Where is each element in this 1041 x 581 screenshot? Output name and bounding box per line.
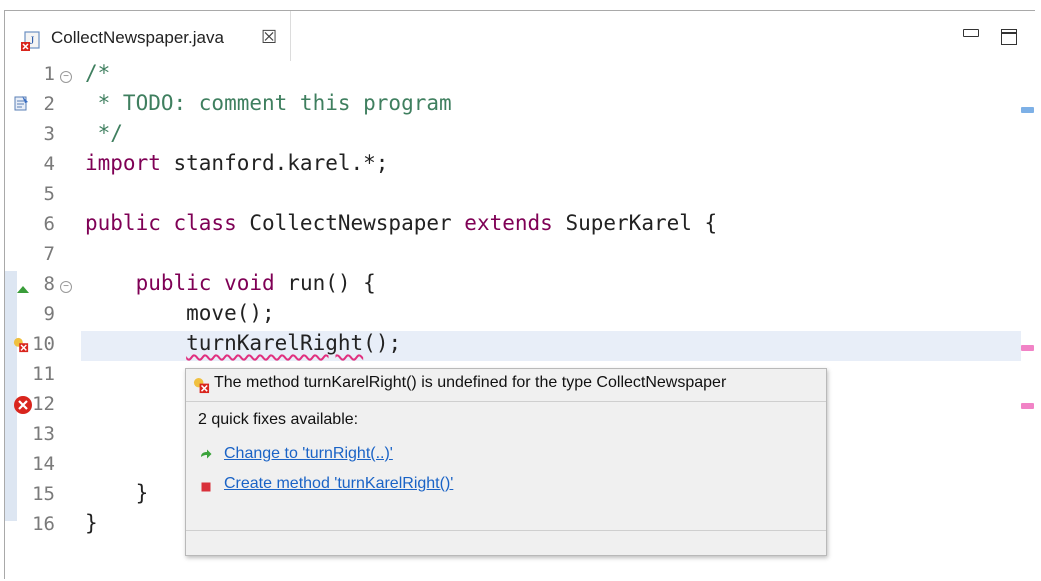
line-number: 16 (32, 513, 55, 535)
keyword: import (85, 151, 161, 175)
overview-error-marker[interactable] (1021, 403, 1034, 409)
line-number: 4 (43, 153, 55, 175)
code-line-9[interactable]: move(); (85, 301, 275, 325)
error-icon[interactable] (13, 395, 33, 415)
code-line-15[interactable]: } (85, 481, 149, 505)
popup-footer (186, 530, 826, 555)
override-arrow-icon (17, 286, 29, 293)
code-text: run() { (274, 271, 376, 295)
line-number: 7 (43, 243, 55, 265)
tab-bar: J CollectNewspaper.java ☒ (5, 11, 1035, 61)
overview-task-marker[interactable] (1021, 107, 1034, 113)
code-text: SuperKarel { (552, 211, 718, 235)
error-token[interactable]: turnKarelRight (186, 331, 363, 355)
maximize-icon[interactable] (1001, 29, 1017, 45)
line-number: 13 (32, 423, 55, 445)
keyword: extends (464, 211, 553, 235)
java-file-error-icon: J (21, 31, 40, 51)
create-method-icon (201, 482, 211, 492)
fix-create-method[interactable]: Create method 'turnKarelRight()' (224, 475, 453, 493)
code-text: stanford.karel.*; (160, 151, 389, 175)
line-number: 9 (43, 303, 55, 325)
fold-toggle-icon[interactable]: − (60, 281, 72, 293)
error-message: The method turnKarelRight() is undefined… (214, 374, 727, 391)
code-line-1[interactable]: /* (85, 61, 110, 85)
line-number: 14 (32, 453, 55, 475)
code-line-10[interactable]: turnKarelRight(); (85, 331, 401, 355)
change-arrow-icon (201, 449, 212, 459)
keyword: public class (85, 211, 237, 235)
task-icon (14, 96, 28, 111)
code-line-16[interactable]: } (85, 511, 98, 535)
code-text: (); (363, 331, 402, 355)
code-line-8[interactable]: public void run() { (85, 271, 376, 295)
code-text: CollectNewspaper (236, 211, 465, 235)
code-line-2[interactable]: * TODO: comment this program (85, 91, 452, 115)
fix-change-to-turnright[interactable]: Change to 'turnRight(..)' (224, 445, 393, 463)
close-icon[interactable]: ☒ (261, 27, 277, 48)
quick-fix-error-icon[interactable] (13, 337, 29, 353)
popup-header: The method turnKarelRight() is undefined… (186, 369, 826, 402)
code-line-6[interactable]: public class CollectNewspaper extends Su… (85, 211, 717, 235)
minimize-icon[interactable] (963, 29, 979, 37)
quick-fix-count: 2 quick fixes available: (198, 411, 359, 428)
quick-fix-popup: The method turnKarelRight() is undefined… (185, 368, 827, 556)
line-number: 3 (43, 123, 55, 145)
tab-collectnewspaper[interactable]: J CollectNewspaper.java ☒ (5, 11, 291, 61)
line-number: 5 (43, 183, 55, 205)
fold-toggle-icon[interactable]: − (60, 71, 72, 83)
line-number: 15 (32, 483, 55, 505)
tab-title: CollectNewspaper.java (51, 28, 224, 47)
line-number: 1 (43, 63, 55, 85)
overview-error-marker[interactable] (1021, 345, 1034, 351)
quick-fix-error-icon (193, 377, 210, 394)
code-line-3[interactable]: */ (85, 121, 123, 145)
code-line-4[interactable]: import stanford.karel.*; (85, 151, 388, 175)
keyword: public void (135, 271, 275, 295)
svg-text:J: J (30, 33, 35, 47)
line-number: 6 (43, 213, 55, 235)
line-number: 11 (32, 363, 55, 385)
